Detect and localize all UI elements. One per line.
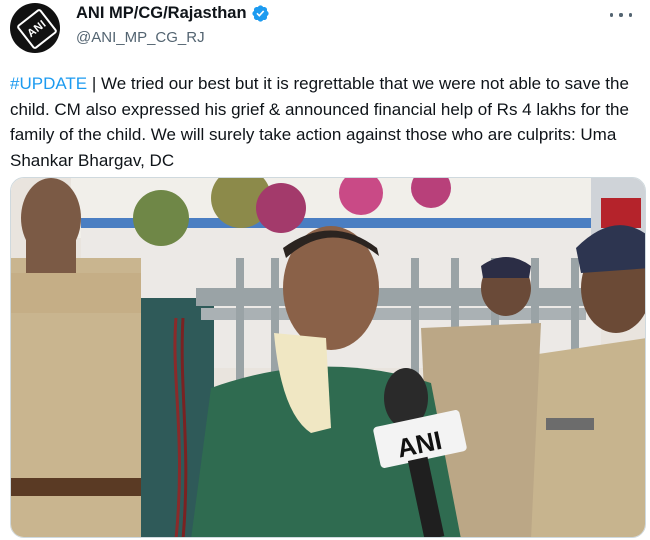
more-options-icon[interactable] (610, 8, 632, 22)
ani-logo-icon: ANI (15, 7, 59, 51)
avatar[interactable]: ANI (10, 3, 60, 53)
author-handle[interactable]: @ANI_MP_CG_RJ (76, 29, 205, 46)
tweet-card[interactable]: ANI ANI MP/CG/Rajasthan @ANI_MP_CG_RJ #U… (0, 0, 650, 540)
tweet-body-text: | We tried our best but it is regrettabl… (10, 74, 629, 170)
news-photo: ANI (11, 178, 645, 537)
avatar-logo-text: ANI (25, 17, 49, 41)
verified-badge-icon (251, 5, 269, 22)
hashtag-link[interactable]: #UPDATE (10, 74, 87, 93)
author-display-name[interactable]: ANI MP/CG/Rajasthan (76, 4, 247, 23)
tweet-text: #UPDATE | We tried our best but it is re… (10, 71, 645, 173)
author-name-row: ANI MP/CG/Rajasthan (76, 4, 270, 23)
tweet-media-image[interactable]: ANI (10, 177, 646, 538)
